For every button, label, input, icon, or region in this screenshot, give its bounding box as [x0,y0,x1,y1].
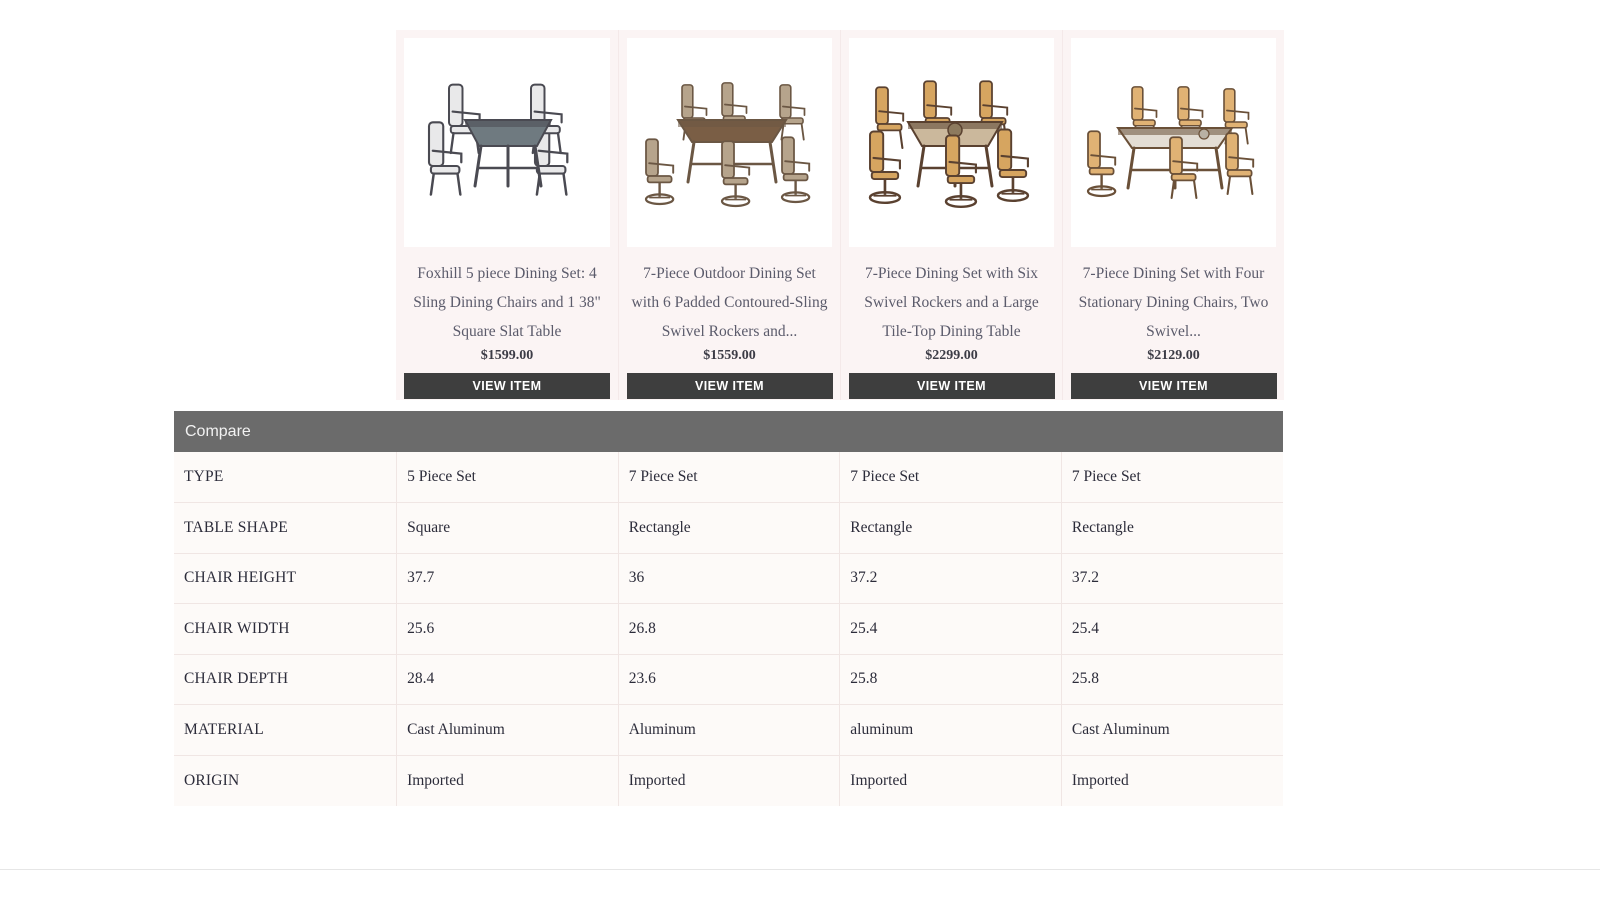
product-price: $1599.00 [480,348,534,363]
compare-cell: 7 Piece Set [618,452,841,503]
compare-cell: 37.7 [396,553,619,604]
view-item-button[interactable]: VIEW ITEM [404,373,610,399]
compare-cell: 25.8 [1061,654,1283,705]
compare-cell: Rectangle [618,502,841,554]
compare-row-label: CHAIR WIDTH [174,603,398,655]
compare-cell: 25.6 [396,603,619,655]
compare-cell: 25.4 [839,603,1062,655]
compare-cell: 36 [618,553,841,604]
compare-cell: Rectangle [1061,502,1283,554]
product-price: $1559.00 [703,348,756,363]
product-title[interactable]: 7-Piece Outdoor Dining Set with 6 Padded… [627,259,832,346]
compare-cell: 37.2 [1061,553,1283,604]
compare-cell: 23.6 [618,654,841,705]
compare-row-label: ORIGIN [174,755,398,806]
product-image[interactable] [404,38,610,247]
compare-row: CHAIR DEPTH 28.4 23.6 25.8 25.8 [174,654,1283,705]
compare-cell: 25.4 [1061,603,1283,655]
compare-cell: aluminum [839,704,1062,756]
compare-table: TYPE 5 Piece Set 7 Piece Set 7 Piece Set 7 P… [174,452,1283,806]
product-card[interactable]: 7-Piece Outdoor Dining Set with 6 Padded… [618,30,840,400]
compare-row: ORIGIN Imported Imported Imported Imported [174,755,1283,806]
product-card[interactable]: Foxhill 5 piece Dining Set: 4 Sling Dini… [396,30,618,400]
compare-row-label: CHAIR DEPTH [174,654,398,705]
compare-row-label: TYPE [174,452,398,503]
compare-header-label: Compare [185,422,251,440]
product-image[interactable] [849,38,1054,247]
compare-cell: Imported [1071,771,1129,789]
compare-cell: 28.4 [396,654,619,705]
product-image[interactable] [1071,38,1276,247]
product-card[interactable]: 7-Piece Dining Set with Four Stationary … [1062,30,1284,400]
product-image[interactable] [627,38,832,247]
compare-row: MATERIAL Cast Aluminum Aluminum aluminum Cas… [174,704,1283,756]
compare-cell: Cast Aluminum [1061,704,1283,756]
compare-page: Foxhill 5 piece Dining Set: 4 Sling Dini… [0,0,1600,900]
compare-section: Compare TYPE 5 Piece Set 7 Piece Set 7 Piec… [174,411,1283,806]
compare-cell: Rectangle [839,502,1062,554]
compare-cell: 5 Piece Set [396,452,619,503]
view-item-button[interactable]: VIEW ITEM [848,373,1055,399]
compare-cell: 7 Piece Set [1061,452,1283,503]
compare-cell: Cast Aluminum [396,704,619,756]
compare-cell: 26.8 [618,603,841,655]
compare-cell: 25.8 [839,654,1062,705]
compare-cell: 37.2 [839,553,1062,604]
view-item-button[interactable]: VIEW ITEM [1070,373,1277,399]
compare-cell: Imported [839,755,1062,806]
view-item-button[interactable]: VIEW ITEM [626,373,833,399]
compare-row: TABLE SHAPE Square Rectangle Rectangle Recta… [174,502,1283,554]
product-title[interactable]: 7-Piece Dining Set with Four Stationary … [1071,259,1276,346]
compare-row-label: MATERIAL [174,704,398,756]
compare-cell: 7 Piece Set [839,452,1062,503]
product-price: $2129.00 [1147,348,1200,363]
compare-cell: Imported [396,755,619,806]
product-title[interactable]: 7-Piece Dining Set with Six Swivel Rocke… [849,259,1054,346]
compare-cell: Imported [618,755,841,806]
compare-row-label: CHAIR HEIGHT [174,553,398,604]
product-card-strip: Foxhill 5 piece Dining Set: 4 Sling Dini… [396,30,1284,400]
compare-row-label: TABLE SHAPE [174,502,398,554]
product-card[interactable]: 7-Piece Dining Set with Six Swivel Rocke… [840,30,1062,400]
compare-header: Compare [174,411,1283,452]
product-price: $2299.00 [925,348,978,363]
product-title[interactable]: Foxhill 5 piece Dining Set: 4 Sling Dini… [404,259,610,346]
page-bottom-divider [0,869,1600,870]
compare-row: TYPE 5 Piece Set 7 Piece Set 7 Piece Set 7 P… [174,452,1283,503]
compare-row: CHAIR HEIGHT 37.7 36 37.2 37.2 [174,553,1283,604]
compare-row: CHAIR WIDTH 25.6 26.8 25.4 25.4 [174,603,1283,655]
compare-cell: Square [396,502,619,554]
compare-cell: Aluminum [618,704,841,756]
